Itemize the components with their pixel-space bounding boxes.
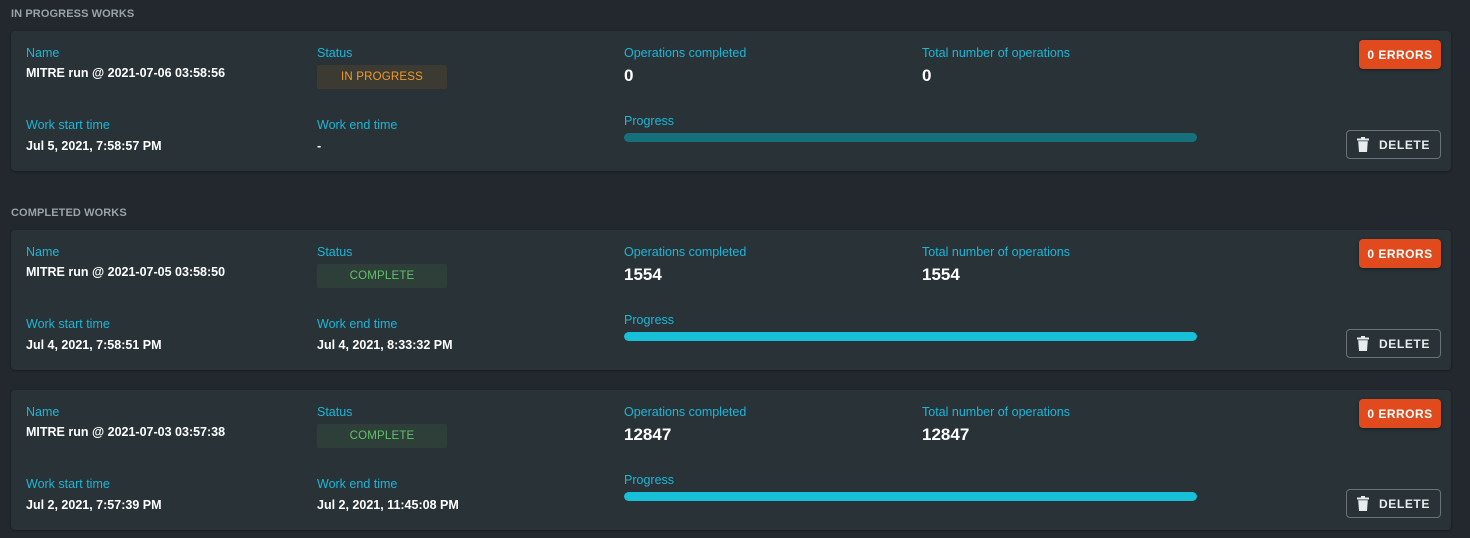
work-name: MITRE run @ 2021-07-05 03:58:50 [26,265,226,279]
ops-completed-label: Operations completed [624,46,747,60]
progress-label: Progress [624,114,675,128]
progress-label: Progress [624,313,675,327]
end-time-label: Work end time [317,477,398,491]
completed-section-title: COMPLETED WORKS [11,207,127,219]
progress-bar-fill [624,332,1197,341]
progress-bar [624,133,1197,142]
start-time-value: Jul 5, 2021, 7:58:57 PM [26,139,162,153]
work-card: Name MITRE run @ 2021-07-05 03:58:50 Sta… [11,230,1451,370]
trash-icon [1357,336,1370,351]
status-label: Status [317,245,353,259]
ops-total-label: Total number of operations [922,245,1071,259]
errors-button[interactable]: 0 ERRORS [1359,40,1441,69]
delete-button[interactable]: DELETE [1346,489,1441,518]
ops-total-label: Total number of operations [922,46,1071,60]
ops-completed-value: 12847 [624,425,672,444]
end-time-value: Jul 2, 2021, 11:45:08 PM [317,498,459,512]
progress-bar [624,492,1197,501]
name-label: Name [26,405,60,419]
trash-icon [1357,496,1370,511]
delete-button[interactable]: DELETE [1346,130,1441,159]
status-badge: COMPLETE [317,264,447,288]
ops-completed-value: 0 [624,66,634,85]
work-card: Name MITRE run @ 2021-07-03 03:57:38 Sta… [11,390,1451,530]
name-label: Name [26,245,60,259]
name-label: Name [26,46,60,60]
start-time-value: Jul 4, 2021, 7:58:51 PM [26,338,162,352]
trash-icon [1357,137,1370,152]
errors-button[interactable]: 0 ERRORS [1359,239,1441,268]
start-time-value: Jul 2, 2021, 7:57:39 PM [26,498,162,512]
start-time-label: Work start time [26,317,110,331]
delete-button[interactable]: DELETE [1346,329,1441,358]
status-badge: IN PROGRESS [317,65,447,89]
progress-bar-fill [624,492,1197,501]
progress-bar [624,332,1197,341]
progress-label: Progress [624,473,675,487]
status-label: Status [317,46,353,60]
ops-total-label: Total number of operations [922,405,1071,419]
end-time-value: - [317,139,322,153]
works-page: IN PROGRESS WORKS Name MITRE run @ 2021-… [0,0,1470,538]
end-time-label: Work end time [317,118,398,132]
delete-button-label: DELETE [1379,137,1430,152]
in-progress-section-title: IN PROGRESS WORKS [11,8,135,20]
errors-button[interactable]: 0 ERRORS [1359,399,1441,428]
ops-completed-value: 1554 [624,265,662,284]
start-time-label: Work start time [26,477,110,491]
status-badge: COMPLETE [317,424,447,448]
ops-completed-label: Operations completed [624,405,747,419]
ops-completed-label: Operations completed [624,245,747,259]
end-time-label: Work end time [317,317,398,331]
work-name: MITRE run @ 2021-07-06 03:58:56 [26,66,226,80]
start-time-label: Work start time [26,118,110,132]
work-card: Name MITRE run @ 2021-07-06 03:58:56 Sta… [11,31,1451,171]
end-time-value: Jul 4, 2021, 8:33:32 PM [317,338,453,352]
delete-button-label: DELETE [1379,496,1430,511]
work-name: MITRE run @ 2021-07-03 03:57:38 [26,425,226,439]
delete-button-label: DELETE [1379,336,1430,351]
status-label: Status [317,405,353,419]
ops-total-value: 0 [922,66,932,85]
ops-total-value: 12847 [922,425,970,444]
ops-total-value: 1554 [922,265,960,284]
